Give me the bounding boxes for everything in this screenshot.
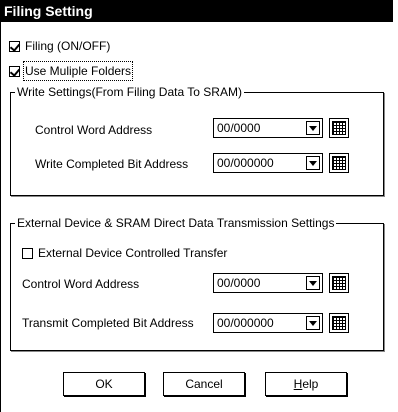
multiple-folders-checkbox[interactable] xyxy=(9,65,20,77)
external-control-word-combo[interactable]: 00/0000 xyxy=(213,273,323,293)
dropdown-arrow-icon[interactable] xyxy=(306,156,320,170)
write-completed-bit-value: 00/000000 xyxy=(217,156,274,170)
external-control-word-value: 00/0000 xyxy=(217,276,261,290)
write-settings-group: Write Settings(From Filing Data To SRAM) xyxy=(10,85,384,196)
dropdown-arrow-icon[interactable] xyxy=(306,121,320,135)
dropdown-arrow-icon[interactable] xyxy=(306,276,320,290)
keypad-icon xyxy=(332,316,346,330)
dialog-title: Filing Setting xyxy=(1,0,393,22)
ok-button[interactable]: OK xyxy=(63,372,145,396)
write-settings-title: Write Settings(From Filing Data To SRAM) xyxy=(15,85,244,99)
help-button[interactable]: Help xyxy=(265,372,347,396)
write-completed-bit-keypad-button[interactable] xyxy=(329,153,349,173)
filing-checkbox[interactable] xyxy=(9,40,20,52)
write-completed-bit-label: Write Completed Bit Address xyxy=(35,157,189,171)
dropdown-arrow-icon[interactable] xyxy=(306,316,320,330)
multiple-folders-checkbox-row[interactable]: Use Muliple Folders xyxy=(9,61,134,81)
write-control-word-label: Control Word Address xyxy=(35,123,153,137)
filing-checkbox-row[interactable]: Filing (ON/OFF) xyxy=(9,38,110,54)
filing-setting-dialog: Filing Setting Filing (ON/OFF) Use Mulip… xyxy=(0,0,393,412)
transmit-completed-bit-combo[interactable]: 00/000000 xyxy=(213,313,323,333)
external-settings-title: External Device & SRAM Direct Data Trans… xyxy=(15,216,337,230)
transmit-completed-bit-label: Transmit Completed Bit Address xyxy=(22,316,194,330)
write-control-word-value: 00/0000 xyxy=(217,121,261,135)
controlled-transfer-checkbox[interactable] xyxy=(22,247,33,259)
keypad-icon xyxy=(332,156,346,170)
cancel-button[interactable]: Cancel xyxy=(163,372,245,396)
write-control-word-keypad-button[interactable] xyxy=(329,118,349,138)
help-label-rest: elp xyxy=(302,377,319,391)
external-control-word-keypad-button[interactable] xyxy=(329,273,349,293)
transmit-completed-bit-keypad-button[interactable] xyxy=(329,313,349,333)
filing-checkbox-label: Filing (ON/OFF) xyxy=(25,39,111,53)
keypad-icon xyxy=(332,276,346,290)
controlled-transfer-checkbox-row[interactable]: External Device Controlled Transfer xyxy=(22,245,227,261)
write-completed-bit-combo[interactable]: 00/000000 xyxy=(213,153,323,173)
write-control-word-combo[interactable]: 00/0000 xyxy=(213,118,323,138)
transmit-completed-bit-value: 00/000000 xyxy=(217,316,274,330)
controlled-transfer-label: External Device Controlled Transfer xyxy=(38,246,228,260)
external-control-word-label: Control Word Address xyxy=(22,277,140,291)
keypad-icon xyxy=(332,121,346,135)
multiple-folders-checkbox-label: Use Muliple Folders xyxy=(22,61,134,81)
